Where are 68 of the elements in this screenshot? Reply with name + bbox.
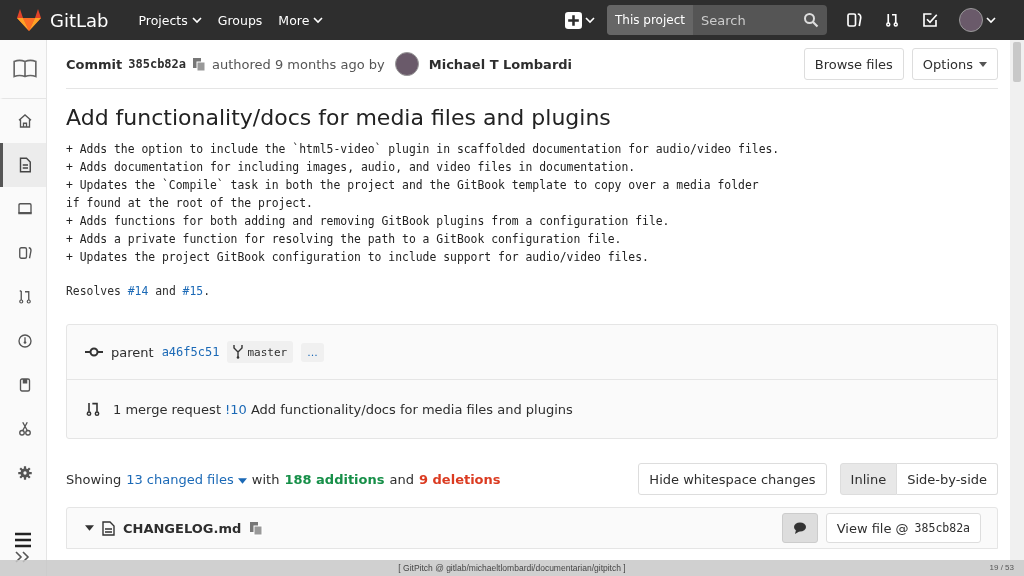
changed-files-dropdown[interactable]: 13 changed files bbox=[126, 471, 247, 487]
options-dropdown[interactable]: Options bbox=[911, 48, 998, 80]
hide-whitespace-button[interactable]: Hide whitespace changes bbox=[638, 463, 827, 495]
copy-icon[interactable] bbox=[249, 520, 264, 536]
sidebar-item[interactable] bbox=[0, 143, 46, 187]
description-line: + Updates the project GitBook configuration to include support for audio/video files. bbox=[66, 249, 650, 266]
gauge-icon bbox=[15, 332, 34, 350]
nav-menu[interactable]: Groups bbox=[209, 8, 271, 32]
description-line: + Updates the `Compile` task in both the project and the GitBook template to copy over a media folder bbox=[66, 177, 760, 194]
and-text: and bbox=[389, 471, 414, 487]
more-branches-button[interactable]: ... bbox=[301, 342, 324, 362]
merge-request-icon[interactable] bbox=[883, 11, 901, 29]
parent-sha-link[interactable]: a46f5c51 bbox=[161, 345, 220, 359]
branch-tag[interactable]: master bbox=[227, 341, 294, 363]
nav-menu[interactable]: More bbox=[270, 8, 332, 32]
settings-icon bbox=[15, 464, 34, 482]
commit-icon bbox=[85, 347, 103, 357]
user-menu[interactable] bbox=[959, 8, 996, 32]
description-line: + Adds functions for both adding and removing GitBook plugins from a configuration file. bbox=[66, 213, 671, 230]
merge-request-link[interactable]: !10 bbox=[225, 401, 247, 417]
caret-icon bbox=[237, 477, 247, 484]
search-field[interactable]: This project Search bbox=[607, 5, 827, 35]
board-icon[interactable] bbox=[845, 11, 863, 29]
browse-files-button[interactable]: Browse files bbox=[803, 48, 904, 80]
nav-menu[interactable]: Projects bbox=[130, 8, 210, 32]
deletions-count: 9 deletions bbox=[419, 471, 501, 487]
resolves-text: Resolves #14 and #15. bbox=[66, 284, 212, 298]
commit-label: Commit bbox=[66, 56, 123, 72]
todo-check-icon[interactable] bbox=[921, 11, 939, 29]
comment-icon bbox=[792, 522, 807, 534]
view-toggle[interactable]: Side-by-side bbox=[897, 463, 998, 495]
document-icon bbox=[102, 520, 115, 536]
description-line: + Adds documentation for including images, audio, and video files in documentation. bbox=[66, 159, 637, 176]
with-text: with bbox=[251, 471, 280, 487]
caret-icon bbox=[585, 15, 595, 25]
new-button[interactable] bbox=[565, 11, 595, 29]
merge-request-title: Add functionality/docs for media files and plugins bbox=[250, 401, 573, 417]
merge-request-icon bbox=[85, 401, 101, 417]
caret-icon[interactable] bbox=[85, 525, 94, 531]
authored-text: authored 9 months ago by bbox=[212, 56, 385, 72]
author-name: Michael T Lombardi bbox=[428, 56, 573, 72]
logo-text[interactable]: GitLab bbox=[50, 9, 109, 31]
issue-link[interactable]: #15 bbox=[182, 284, 204, 298]
merge-request-count: 1 merge request bbox=[113, 401, 221, 417]
commit-title: Add functionality/docs for media files and plugins bbox=[66, 105, 612, 130]
menu-icon[interactable] bbox=[14, 532, 32, 548]
issue-link[interactable]: #14 bbox=[127, 284, 149, 298]
footer-caption: [ GitPitch @ gitlab/michaeltlombardi/documentarian/gitpitch ] bbox=[398, 563, 626, 573]
file-name: CHANGELOG.md bbox=[123, 520, 242, 536]
additions-count: 188 additions bbox=[284, 471, 385, 487]
description-line: if found at the root of the project. bbox=[66, 195, 314, 212]
showing-text: Showing bbox=[66, 471, 122, 487]
description-line: + Adds a private function for resolving the path to a GitBook configuration file. bbox=[66, 231, 623, 248]
comment-button[interactable] bbox=[781, 513, 818, 543]
search-scope[interactable]: This project bbox=[607, 5, 693, 35]
parent-label: parent bbox=[111, 344, 154, 360]
search-icon bbox=[803, 12, 819, 28]
view-toggle[interactable]: Inline bbox=[839, 463, 898, 495]
avatar bbox=[394, 52, 419, 76]
copy-icon[interactable] bbox=[192, 56, 207, 72]
caret-icon bbox=[986, 15, 996, 25]
view-file-button[interactable]: View file @ 385cb82a bbox=[825, 513, 981, 543]
fox-logo-icon[interactable] bbox=[16, 8, 42, 32]
scrollbar[interactable] bbox=[1010, 40, 1024, 560]
branch-icon bbox=[233, 345, 244, 359]
description-line: + Adds the option to include the `html5-video` plugin in scaffolded documentation for audio/video files. bbox=[66, 141, 781, 158]
page-number: 19 / 53 bbox=[989, 563, 1014, 572]
commit-sha: 385cb82a bbox=[128, 57, 187, 71]
